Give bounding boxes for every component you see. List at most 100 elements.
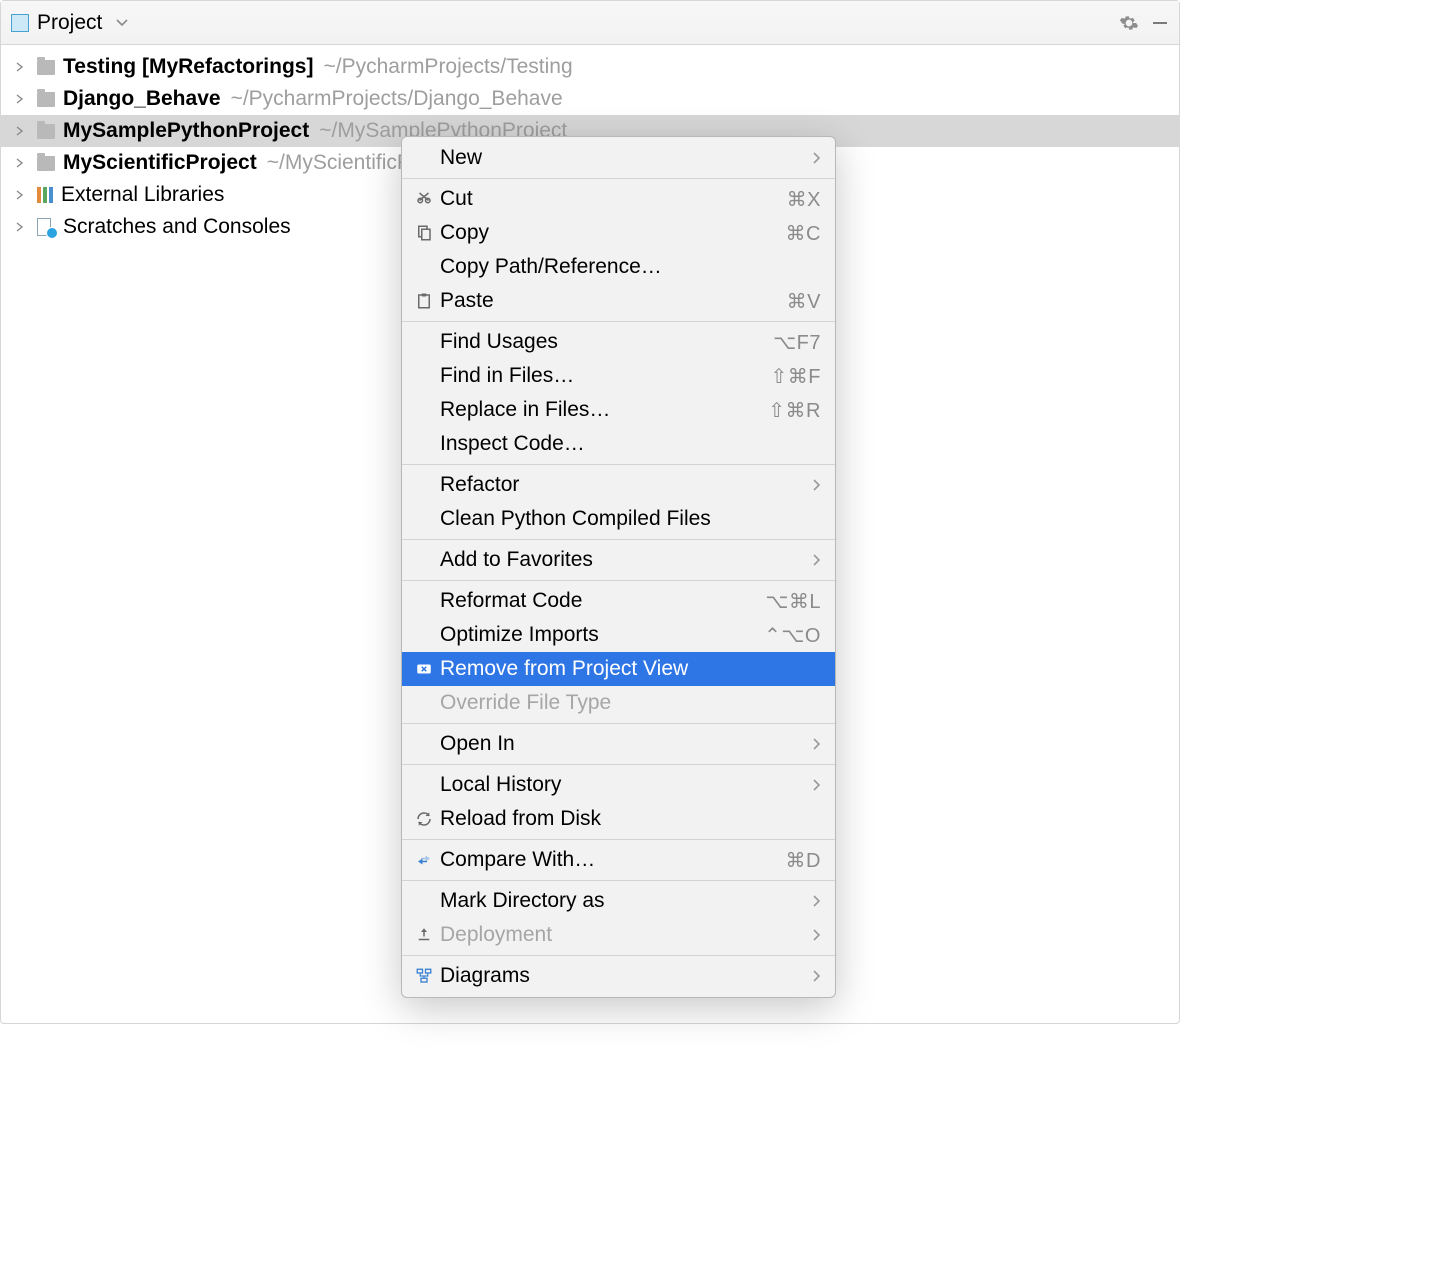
- folder-icon: [37, 60, 55, 75]
- menu-item[interactable]: Clean Python Compiled Files: [402, 502, 835, 536]
- folder-icon: [37, 92, 55, 107]
- menu-item-label: Add to Favorites: [436, 548, 812, 572]
- folder-icon: [37, 156, 55, 171]
- menu-item-label: Find in Files…: [436, 364, 771, 388]
- tree-item-name: MyScientificProject: [63, 151, 257, 175]
- menu-item[interactable]: Compare With…⌘D: [402, 843, 835, 877]
- paste-icon: [412, 292, 436, 310]
- menu-item-label: Inspect Code…: [436, 432, 821, 456]
- menu-item[interactable]: Local History: [402, 768, 835, 802]
- menu-item-label: Copy Path/Reference…: [436, 255, 821, 279]
- menu-item-label: Local History: [436, 773, 812, 797]
- menu-item-label: Refactor: [436, 473, 812, 497]
- expand-chevron-icon[interactable]: [15, 222, 31, 232]
- menu-item[interactable]: Optimize Imports⌃⌥O: [402, 618, 835, 652]
- submenu-chevron-icon: [812, 554, 821, 566]
- reload-icon: [412, 810, 436, 828]
- submenu-chevron-icon: [812, 738, 821, 750]
- menu-item-label: Paste: [436, 289, 787, 313]
- menu-item[interactable]: Copy⌘C: [402, 216, 835, 250]
- menu-item[interactable]: New: [402, 141, 835, 175]
- menu-separator: [402, 839, 835, 840]
- menu-item-shortcut: ⌥F7: [773, 330, 821, 355]
- menu-separator: [402, 880, 835, 881]
- menu-item: Override File Type: [402, 686, 835, 720]
- menu-item-label: Reformat Code: [436, 589, 765, 613]
- menu-item[interactable]: Replace in Files…⇧⌘R: [402, 393, 835, 427]
- menu-item-label: Diagrams: [436, 964, 812, 988]
- menu-item-label: Override File Type: [436, 691, 821, 715]
- menu-item-shortcut: ⌥⌘L: [765, 589, 821, 614]
- submenu-chevron-icon: [812, 479, 821, 491]
- submenu-chevron-icon: [812, 779, 821, 791]
- menu-item[interactable]: Add to Favorites: [402, 543, 835, 577]
- menu-separator: [402, 178, 835, 179]
- menu-item[interactable]: Reformat Code⌥⌘L: [402, 584, 835, 618]
- tree-item-name: External Libraries: [61, 183, 224, 207]
- tree-row[interactable]: Testing [MyRefactorings] ~/PycharmProject…: [1, 51, 1179, 83]
- menu-item-label: Copy: [436, 221, 786, 245]
- menu-item: Deployment: [402, 918, 835, 952]
- submenu-chevron-icon: [812, 895, 821, 907]
- menu-separator: [402, 580, 835, 581]
- expand-chevron-icon[interactable]: [15, 62, 31, 72]
- menu-item-label: Open In: [436, 732, 812, 756]
- tree-item-name: Django_Behave: [63, 87, 221, 111]
- expand-chevron-icon[interactable]: [15, 190, 31, 200]
- tree-item-name: MySamplePythonProject: [63, 119, 309, 143]
- menu-item-label: Optimize Imports: [436, 623, 764, 647]
- menu-item-label: New: [436, 146, 812, 170]
- context-menu: NewCut⌘XCopy⌘CCopy Path/Reference…Paste⌘…: [401, 136, 836, 998]
- menu-item[interactable]: Open In: [402, 727, 835, 761]
- menu-item-label: Remove from Project View: [436, 657, 821, 681]
- menu-item-label: Replace in Files…: [436, 398, 768, 422]
- gear-icon[interactable]: [1119, 13, 1139, 33]
- menu-item-shortcut: ⌃⌥O: [764, 623, 821, 648]
- folder-icon: [37, 124, 55, 139]
- submenu-chevron-icon: [812, 929, 821, 941]
- menu-item[interactable]: Paste⌘V: [402, 284, 835, 318]
- menu-item-shortcut: ⌘D: [786, 848, 821, 873]
- tree-item-path: ~/PycharmProjects/Django_Behave: [231, 87, 563, 111]
- compare-icon: [412, 851, 436, 869]
- expand-chevron-icon[interactable]: [15, 158, 31, 168]
- menu-item[interactable]: Find Usages⌥F7: [402, 325, 835, 359]
- menu-item-label: Deployment: [436, 923, 812, 947]
- menu-item[interactable]: Find in Files…⇧⌘F: [402, 359, 835, 393]
- menu-item-label: Cut: [436, 187, 787, 211]
- menu-separator: [402, 321, 835, 322]
- delete-icon: [412, 660, 436, 678]
- menu-separator: [402, 764, 835, 765]
- expand-chevron-icon[interactable]: [15, 94, 31, 104]
- tree-item-name: Testing [MyRefactorings]: [63, 55, 313, 79]
- tree-row[interactable]: Django_Behave ~/PycharmProjects/Django_Be…: [1, 83, 1179, 115]
- diagram-icon: [412, 967, 436, 985]
- menu-item[interactable]: Refactor: [402, 468, 835, 502]
- menu-separator: [402, 955, 835, 956]
- menu-item[interactable]: Reload from Disk: [402, 802, 835, 836]
- menu-item-shortcut: ⇧⌘R: [768, 398, 821, 423]
- menu-item-shortcut: ⌘C: [786, 221, 821, 246]
- menu-item-shortcut: ⇧⌘F: [771, 364, 821, 389]
- menu-item-label: Clean Python Compiled Files: [436, 507, 821, 531]
- minimize-icon[interactable]: [1151, 14, 1169, 32]
- menu-item[interactable]: Inspect Code…: [402, 427, 835, 461]
- menu-separator: [402, 464, 835, 465]
- expand-chevron-icon[interactable]: [15, 126, 31, 136]
- tool-window-header[interactable]: Project: [1, 1, 1179, 45]
- menu-item[interactable]: Diagrams: [402, 959, 835, 993]
- menu-item[interactable]: Copy Path/Reference…: [402, 250, 835, 284]
- cut-icon: [412, 190, 436, 208]
- menu-separator: [402, 723, 835, 724]
- menu-item[interactable]: Mark Directory as: [402, 884, 835, 918]
- tool-window-title: Project: [37, 11, 102, 35]
- chevron-down-icon[interactable]: [116, 19, 128, 27]
- menu-item[interactable]: Remove from Project View: [402, 652, 835, 686]
- menu-item[interactable]: Cut⌘X: [402, 182, 835, 216]
- copy-icon: [412, 224, 436, 242]
- menu-separator: [402, 539, 835, 540]
- submenu-chevron-icon: [812, 152, 821, 164]
- project-view-icon: [11, 14, 29, 32]
- tree-item-path: ~/PycharmProjects/Testing: [323, 55, 572, 79]
- menu-item-label: Mark Directory as: [436, 889, 812, 913]
